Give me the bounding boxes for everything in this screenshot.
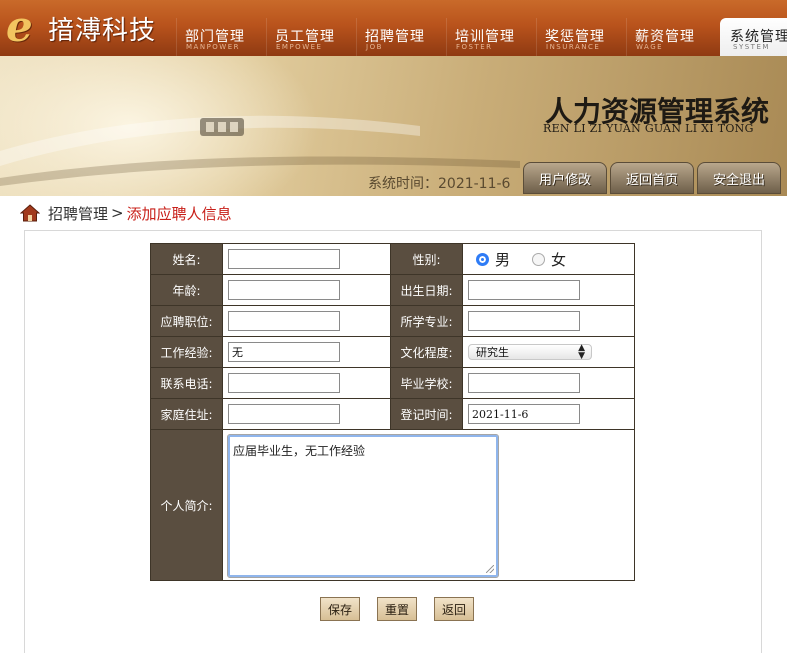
nav-item-system[interactable]: 系统管理 SYSTEM — [720, 18, 787, 56]
gender-radio-group: 男 女 — [468, 249, 634, 270]
gender-female-radio[interactable] — [532, 252, 546, 266]
system-subtitle: REN LI ZI YUAN GUAN LI XI TONG — [543, 122, 754, 135]
home-icon[interactable] — [20, 204, 40, 222]
nav-item-sublabel: EMPOWEE — [276, 43, 323, 51]
form-row: 年龄: 出生日期: — [150, 274, 635, 306]
intro-text: 应届毕业生，无工作经验 — [233, 444, 366, 458]
experience-label: 工作经验: — [150, 336, 223, 368]
form-row: 家庭住址: 登记时间: — [150, 398, 635, 430]
intro-textarea[interactable]: 应届毕业生，无工作经验 — [227, 434, 499, 578]
system-time: 系统时间：2021-11-6 — [368, 176, 511, 192]
nav-item-rewards[interactable]: 奖惩管理 INSURANCE — [536, 18, 626, 56]
edit-user-button[interactable]: 用户修改 — [523, 162, 607, 194]
position-field[interactable] — [228, 311, 340, 331]
phone-label: 联系电话: — [150, 367, 223, 399]
gender-female-label: 女 — [551, 250, 567, 269]
gender-label: 性别: — [390, 243, 463, 275]
logout-button[interactable]: 安全退出 — [697, 162, 781, 194]
education-select[interactable]: 研究生 ▲ ▼ — [468, 343, 592, 361]
intro-label: 个人简介: — [150, 429, 223, 581]
breadcrumb: 招聘管理 > 添加应聘人信息 — [20, 202, 232, 224]
applicant-form: 姓名: 性别: 男 女 年龄: 出生日期: 应聘职位: 所学专业: 工作经验: … — [150, 243, 635, 581]
address-field[interactable] — [228, 404, 340, 424]
nav-item-sublabel: SYSTEM — [733, 43, 770, 51]
resize-grip-icon[interactable] — [486, 565, 494, 573]
brand-name: 揞溥科技 — [48, 16, 157, 46]
brand-logo-icon: e — [6, 2, 33, 51]
register-time-label: 登记时间: — [390, 398, 463, 430]
education-selected-value: 研究生 — [476, 346, 509, 359]
position-label: 应聘职位: — [150, 305, 223, 337]
main-nav: 部门管理 MANPOWER 员工管理 EMPOWEE 招聘管理 JOB 培训管理… — [176, 18, 787, 56]
age-field[interactable] — [228, 280, 340, 300]
select-arrows-icon: ▲ ▼ — [578, 343, 585, 361]
birth-label: 出生日期: — [390, 274, 463, 306]
nav-item-salary[interactable]: 薪资管理 WAGE — [626, 18, 716, 56]
name-label: 姓名: — [150, 243, 223, 275]
address-label: 家庭住址: — [150, 398, 223, 430]
school-label: 毕业学校: — [390, 367, 463, 399]
name-field[interactable] — [228, 249, 340, 269]
nav-item-sublabel: JOB — [366, 43, 383, 51]
phone-field[interactable] — [228, 373, 340, 393]
form-row: 个人简介: 应届毕业生，无工作经验 — [150, 429, 635, 581]
nav-item-department[interactable]: 部门管理 MANPOWER — [176, 18, 266, 56]
top-nav-bar: e 揞溥科技 部门管理 MANPOWER 员工管理 EMPOWEE 招聘管理 J… — [0, 0, 787, 56]
experience-field[interactable] — [228, 342, 340, 362]
reset-button[interactable]: 重置 — [377, 597, 418, 621]
school-field[interactable] — [468, 373, 580, 393]
age-label: 年龄: — [150, 274, 223, 306]
major-label: 所学专业: — [390, 305, 463, 337]
form-row: 应聘职位: 所学专业: — [150, 305, 635, 337]
register-time-field[interactable] — [468, 404, 580, 424]
nav-item-recruitment[interactable]: 招聘管理 JOB — [356, 18, 446, 56]
back-button[interactable]: 返回 — [434, 597, 475, 621]
save-button[interactable]: 保存 — [320, 597, 361, 621]
birth-date-field[interactable] — [468, 280, 580, 300]
back-home-button[interactable]: 返回首页 — [610, 162, 694, 194]
education-label: 文化程度: — [390, 336, 463, 368]
nav-item-employee[interactable]: 员工管理 EMPOWEE — [266, 18, 356, 56]
breadcrumb-separator: > — [111, 204, 124, 222]
form-row: 工作经验: 文化程度: 研究生 ▲▼ — [150, 336, 635, 368]
form-row: 姓名: 性别: 男 女 — [150, 243, 635, 275]
nav-item-sublabel: INSURANCE — [546, 43, 601, 51]
breadcrumb-current: 添加应聘人信息 — [126, 204, 232, 223]
nav-item-sublabel: WAGE — [636, 43, 664, 51]
form-row: 联系电话: 毕业学校: — [150, 367, 635, 399]
major-field[interactable] — [468, 311, 580, 331]
header-banner: 人力资源管理系统 REN LI ZI YUAN GUAN LI XI TONG … — [0, 56, 787, 196]
gender-male-label: 男 — [495, 250, 511, 269]
breadcrumb-parent[interactable]: 招聘管理 — [48, 203, 108, 224]
nav-item-training[interactable]: 培训管理 FOSTER — [446, 18, 536, 56]
nav-item-sublabel: MANPOWER — [186, 43, 241, 51]
form-actions: 保存 重置 返回 — [320, 597, 491, 621]
gender-male-radio[interactable] — [476, 252, 489, 266]
nav-item-sublabel: FOSTER — [456, 43, 493, 51]
